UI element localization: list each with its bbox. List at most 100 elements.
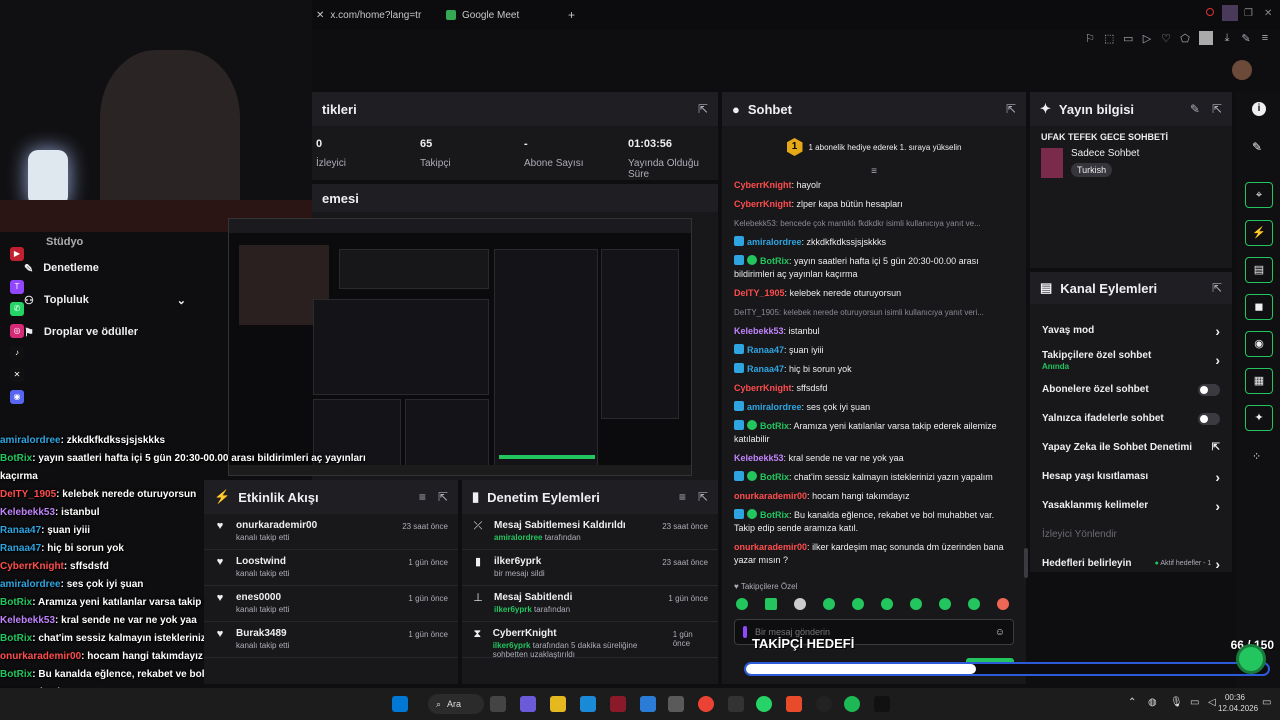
chat-message[interactable]: CyberrKnight: sffsdsfd (722, 379, 1026, 398)
youtube-icon[interactable]: ▶ (10, 247, 24, 261)
menu-icon[interactable]: ≡ (1260, 32, 1270, 44)
action-account-age[interactable]: Hesap yaşı kısıtlaması › (1030, 462, 1232, 491)
chat-username[interactable]: CyberrKnight (734, 383, 792, 393)
instagram-icon[interactable]: ◎ (10, 324, 24, 338)
popout-icon[interactable]: ⇱ (1212, 281, 1222, 295)
window-close-icon[interactable]: ✕ (1264, 8, 1272, 19)
chat-message[interactable]: Kelebekk53: kral sende ne var ne yok yaa (722, 449, 1026, 468)
chat-username[interactable]: Kelebekk53 (734, 453, 784, 463)
whatsapp-taskbar-icon[interactable] (756, 696, 772, 712)
chat-message[interactable]: CyberrKnight: zlper kapa bütün hesapları (722, 195, 1026, 214)
chat-username[interactable]: BotRix (760, 421, 789, 431)
moderator-name[interactable]: ilker6yprk (494, 605, 532, 614)
category-thumbnail[interactable] (1041, 148, 1063, 178)
obs-icon[interactable] (728, 696, 744, 712)
moderation-item[interactable]: ▮ ilker6yprk bir mesajı sildi 23 saat önce (462, 550, 718, 586)
action-goals[interactable]: Hedefleri belirleyin ● Aktif hedefler - … (1030, 549, 1232, 578)
chat-username[interactable]: BotRix (760, 510, 789, 520)
close-icon[interactable]: ✕ (316, 10, 324, 21)
chat-username[interactable]: Ranaa47 (747, 345, 784, 355)
clock[interactable]: 00:36 12.04.2026 (1218, 692, 1258, 714)
emote-icon[interactable] (968, 598, 980, 610)
discord-icon[interactable]: ◉ (10, 390, 24, 404)
moderation-item[interactable]: ⧗ CyberrKnight ilker6yprk tarafından 5 dak… (462, 622, 718, 659)
activity-user[interactable]: onurkarademir00 (236, 520, 317, 531)
sidebar-item-community[interactable]: ⚇ Topluluk ⌄ (0, 284, 200, 316)
emote-icon[interactable] (881, 598, 893, 610)
window-minimize-button[interactable] (1222, 5, 1238, 21)
emote-icon[interactable] (939, 598, 951, 610)
chat-username[interactable]: amiralordree (747, 237, 802, 247)
chat-message[interactable]: Kelebekk53: istanbul (722, 322, 1026, 341)
spotify-icon[interactable] (844, 696, 860, 712)
filter-icon[interactable]: ≡ (419, 490, 426, 504)
activity-user[interactable]: Burak3489 (236, 628, 289, 639)
rail-capture-icon[interactable]: ⌖ (1245, 182, 1273, 208)
chat-message[interactable]: BotRix: Aramıza yeni katılanlar varsa ta… (722, 417, 1026, 449)
heart-icon[interactable]: ♡ (1161, 32, 1171, 45)
edit-icon[interactable]: ✎ (1190, 102, 1200, 116)
activity-item[interactable]: ♥ onurkarademir00 kanalı takip etti 23 saat… (204, 514, 458, 550)
app-icon[interactable] (610, 696, 626, 712)
action-subscribers-only[interactable]: Abonelere özel sohbet (1030, 375, 1232, 404)
chat-username[interactable]: CyberrKnight (734, 180, 792, 190)
popout-icon[interactable]: ⇱ (698, 490, 708, 504)
copilot-icon[interactable] (520, 696, 536, 712)
activity-item[interactable]: ♥ enes0000 kanalı takip etti 1 gün önce (204, 586, 458, 622)
volume-icon[interactable]: ◁ (1208, 697, 1216, 708)
browser-tab-meet[interactable]: Google Meet (446, 7, 519, 23)
bookmark-icon[interactable]: ⚐ (1085, 32, 1095, 45)
photos-icon[interactable] (668, 696, 684, 712)
chat-scrollbar[interactable] (1024, 548, 1028, 578)
chat-message[interactable]: Ranaa47: şuan iyiii (722, 341, 1026, 360)
activity-user[interactable]: enes0000 (236, 592, 289, 603)
moderation-item[interactable]: ⊥ Mesaj Sabitlendi ilker6yprk tarafından 1 … (462, 586, 718, 622)
file-explorer-icon[interactable] (550, 696, 566, 712)
emote-icon[interactable] (794, 598, 806, 610)
download-icon[interactable]: ⤓ (1222, 32, 1232, 45)
puzzle-icon[interactable]: ⬠ (1180, 32, 1190, 45)
rail-lightning-icon[interactable]: ⚡ (1245, 220, 1273, 246)
user-avatar[interactable] (1232, 60, 1252, 80)
app-icon[interactable] (786, 696, 802, 712)
x-icon[interactable]: ✕ (10, 368, 24, 382)
moderator-name[interactable]: ilker6yprk (493, 641, 531, 650)
action-banned-words[interactable]: Yasaklanmış kelimeler › (1030, 491, 1232, 520)
edit-pencil-icon[interactable]: ✎ (1252, 140, 1262, 154)
moderation-item[interactable]: ⤫ Mesaj Sabitlemesi Kaldırıldı amiralordre… (462, 514, 718, 550)
chat-message[interactable]: amiralordree: ses çok iyi şuan (722, 398, 1026, 417)
chrome-icon[interactable] (698, 696, 714, 712)
store-icon[interactable] (640, 696, 656, 712)
extension-icon[interactable]: ▭ (1123, 32, 1133, 45)
sidebar-item-studio[interactable]: Stüdyo (0, 232, 200, 252)
chat-username[interactable]: amiralordree (747, 402, 802, 412)
emote-icon[interactable] (823, 598, 835, 610)
start-icon[interactable] (392, 696, 408, 712)
emote-icon[interactable] (852, 598, 864, 610)
capcut-icon[interactable] (874, 696, 890, 712)
screenshot-icon[interactable]: ⬚ (1104, 32, 1114, 45)
chat-username[interactable]: Kelebekk53 (734, 326, 784, 336)
chat-message[interactable]: DeITY_1905: kelebek nerede oturuyorsun (722, 284, 1026, 303)
emote-icon[interactable] (997, 598, 1009, 610)
chat-username[interactable]: onurkarademir00 (734, 491, 807, 501)
chat-message[interactable]: DeITY_1905: kelebek nerede oturuyorsun i… (722, 303, 1026, 322)
emote-icon[interactable] (765, 598, 777, 610)
chat-message[interactable]: onurkarademir00: hocam hangi takımdayız (722, 487, 1026, 506)
filter-icon[interactable]: ≡ (679, 490, 686, 504)
chat-username[interactable]: DeITY_1905 (734, 288, 785, 298)
chat-message[interactable]: BotRix: chat'im sessiz kalmayın istekler… (722, 468, 1026, 487)
mic-tray-icon[interactable]: 🎙 (1170, 697, 1183, 708)
action-slow-mode[interactable]: Yavaş mod › (1030, 316, 1232, 345)
tiktok-icon[interactable]: ♪ (10, 346, 24, 360)
toggle-switch[interactable] (1198, 412, 1220, 425)
whatsapp-icon[interactable]: ✆ (10, 302, 24, 316)
emote-icon[interactable] (736, 598, 748, 610)
gift-leaderboard-banner[interactable]: 1 1 abonelik hediye ederek 1. sıraya yük… (722, 126, 1026, 168)
popout-icon[interactable]: ⇱ (698, 102, 708, 116)
chat-username[interactable]: Ranaa47 (747, 364, 784, 374)
rail-wrench-icon[interactable]: ✦ (1245, 405, 1273, 431)
play-icon[interactable]: ▷ (1142, 32, 1152, 45)
chevron-down-icon[interactable]: ⌄ (177, 294, 186, 307)
popout-icon[interactable]: ⇱ (438, 490, 448, 504)
